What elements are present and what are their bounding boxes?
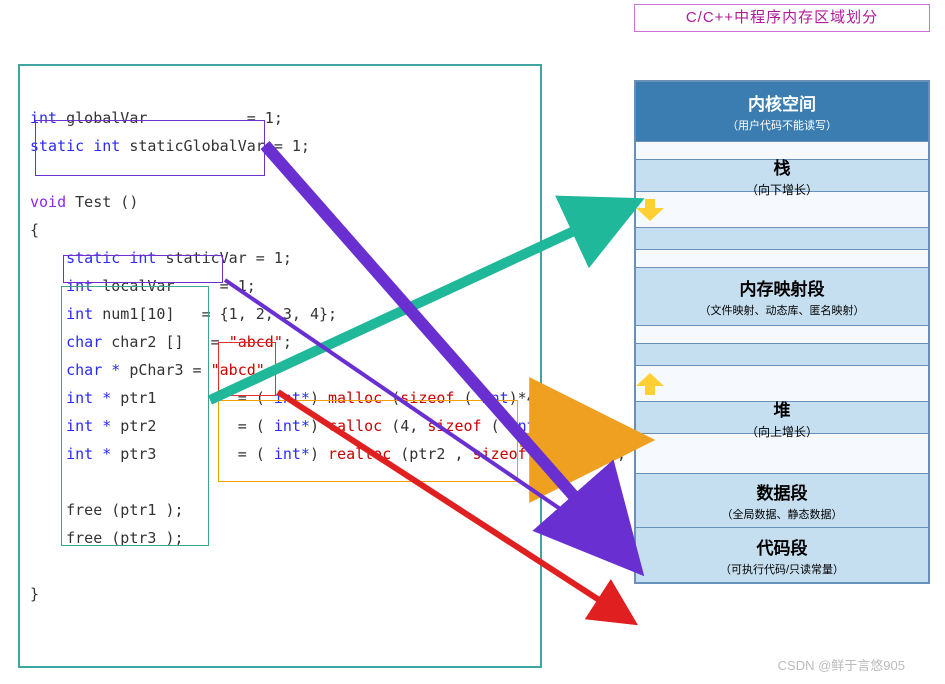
kw: static int	[30, 137, 120, 155]
code-text: (	[382, 389, 400, 407]
memory-region-7	[636, 326, 928, 344]
var-localVar: localVar	[93, 277, 174, 295]
memory-region-6: 内存映射段 （文件映射、动态库、匿名映射）	[636, 268, 928, 326]
stmt-free: free (ptr1 );	[66, 501, 183, 519]
var-char2: char2 []	[102, 333, 183, 351]
code-text: ;	[283, 333, 292, 351]
kw: int	[482, 389, 509, 407]
code-text: )	[310, 417, 328, 435]
code-text: (	[454, 389, 481, 407]
var-num1: num1[10]	[93, 305, 174, 323]
region-sub: （向上增长）	[636, 423, 928, 440]
region-title: 代码段	[636, 534, 928, 559]
code-text: = 1;	[265, 137, 310, 155]
kw: int	[30, 109, 57, 127]
kw: int	[509, 417, 536, 435]
func-realloc: realloc	[328, 445, 391, 463]
brace: {	[30, 221, 39, 239]
code-text: = (	[229, 445, 265, 463]
memory-region-10: 堆（向上增长）	[636, 402, 928, 434]
code-text: = 1;	[247, 249, 292, 267]
kw-sizeof: sizeof	[400, 389, 454, 407]
kw: int*	[274, 417, 310, 435]
kw: int*	[274, 445, 310, 463]
code-text: (ptr2 ,	[391, 445, 472, 463]
kw: int	[66, 305, 93, 323]
memory-region-8	[636, 344, 928, 366]
watermark: CSDN @鲜于言悠905	[778, 655, 905, 674]
code-text: = 1;	[211, 277, 256, 295]
kw: int	[545, 445, 572, 463]
code-panel: int globalVar = 1; static int staticGlob…	[18, 64, 542, 668]
code-text: (	[482, 417, 509, 435]
memory-layout: 内核空间（用户代码不能读写）栈（向下增长）内存映射段（文件映射、动态库、匿名映射…	[634, 80, 930, 584]
region-title: 数据段	[636, 479, 928, 504]
memory-region-4	[636, 228, 928, 250]
var-globalVar: globalVar	[57, 109, 147, 127]
kw: int *	[66, 445, 111, 463]
memory-region-12: 数据段 （全局数据、静态数据）	[636, 474, 928, 528]
code-listing: int globalVar = 1; static int staticGlob…	[30, 76, 530, 656]
brace: }	[30, 585, 39, 603]
kw-sizeof: sizeof	[473, 445, 527, 463]
code-text: (4,	[382, 417, 427, 435]
kw: char *	[66, 361, 120, 379]
code-text: = (	[229, 389, 265, 407]
var-ptr3: ptr3	[111, 445, 156, 463]
code-text: )*4);	[509, 389, 554, 407]
code-text: )*4);	[572, 445, 626, 463]
memory-region-11	[636, 434, 928, 474]
var-staticGlobalVar: staticGlobalVar	[120, 137, 265, 155]
memory-region-2: 栈（向下增长）	[636, 160, 928, 192]
memory-region-5	[636, 250, 928, 268]
var-ptr1: ptr1	[111, 389, 156, 407]
code-text: ;	[265, 361, 274, 379]
region-sub: （可执行代码/只读常量）	[636, 561, 928, 577]
code-text: )	[310, 445, 328, 463]
arrow-down-icon	[636, 199, 664, 221]
diagram-title: C/C++中程序内存区域划分	[634, 4, 930, 32]
str-literal: "abcd"	[229, 333, 283, 351]
func-calloc: calloc	[328, 417, 382, 435]
code-text: )	[310, 389, 328, 407]
kw: char	[66, 333, 102, 351]
kw: static int	[66, 249, 156, 267]
memory-region-13: 代码段 （可执行代码/只读常量）	[636, 528, 928, 582]
arrow-up-icon	[636, 373, 664, 395]
kw: int *	[66, 417, 111, 435]
var-pChar3: pChar3	[120, 361, 183, 379]
region-sub: （全局数据、静态数据）	[636, 506, 928, 522]
var-ptr2: ptr2	[111, 417, 156, 435]
region-title: 内核空间	[636, 90, 928, 115]
region-title: 内存映射段	[636, 275, 928, 300]
str-literal: "abcd"	[211, 361, 265, 379]
func-malloc: malloc	[328, 389, 382, 407]
region-sub: （向下增长）	[636, 181, 928, 198]
region-title: 栈	[636, 154, 928, 179]
code-text: = 1;	[238, 109, 283, 127]
kw: void	[30, 193, 66, 211]
code-text: =	[184, 361, 211, 379]
region-sub: （文件映射、动态库、匿名映射）	[636, 302, 928, 318]
code-text: = (	[229, 417, 265, 435]
region-sub: （用户代码不能读写）	[636, 117, 928, 133]
kw-sizeof: sizeof	[427, 417, 481, 435]
region-title: 堆	[636, 396, 928, 421]
func-name: Test ()	[66, 193, 138, 211]
code-text: ));	[536, 417, 563, 435]
kw: int	[66, 277, 93, 295]
kw: int*	[274, 389, 310, 407]
var-staticVar: staticVar	[156, 249, 246, 267]
stmt-free: free (ptr3 );	[66, 529, 183, 547]
memory-region-0: 内核空间 （用户代码不能读写）	[636, 82, 928, 142]
kw: int *	[66, 389, 111, 407]
code-text: (	[527, 445, 545, 463]
code-text: = {1, 2, 3, 4};	[193, 305, 338, 323]
code-text: =	[202, 333, 229, 351]
